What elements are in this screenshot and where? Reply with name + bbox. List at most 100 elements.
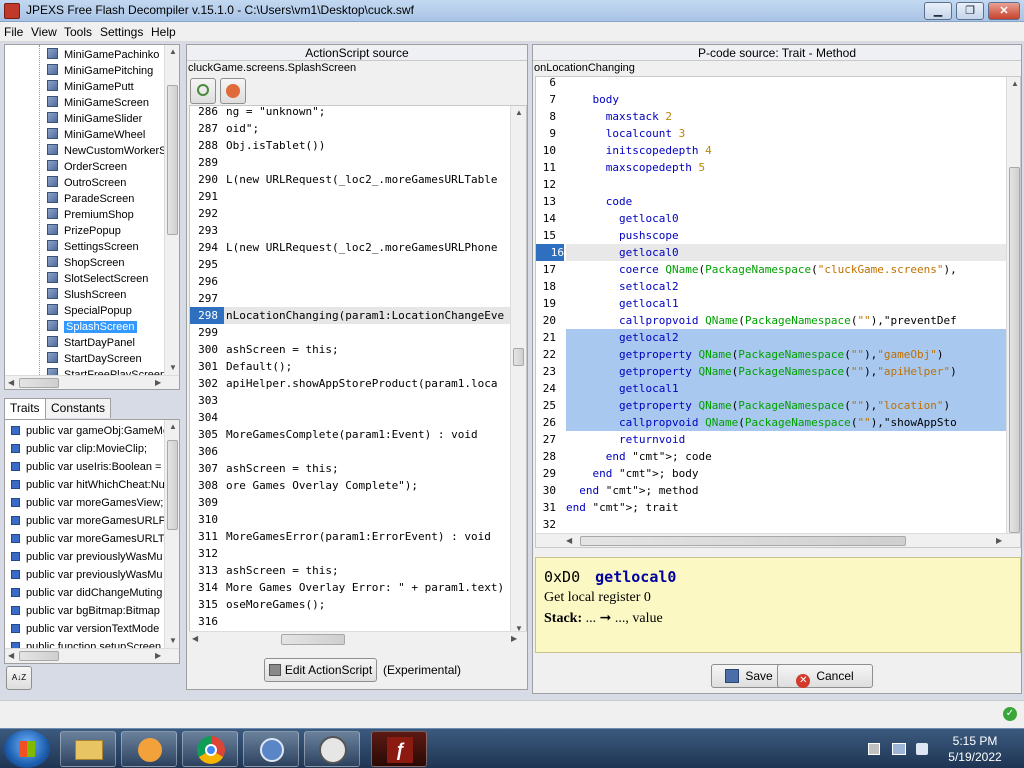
tree-vscrollbar[interactable]: ▲ ▼ bbox=[164, 45, 179, 375]
menu-tools[interactable]: Tools bbox=[64, 25, 92, 39]
deobfuscate-button[interactable] bbox=[220, 78, 246, 104]
trait-item[interactable]: public var bgBitmap:Bitmap bbox=[11, 602, 160, 620]
tree-item-label: MiniGamePachinko bbox=[64, 49, 160, 61]
code-line: MoreGamesComplete(param1:Event) : void bbox=[224, 426, 526, 443]
close-button[interactable]: ✕ bbox=[988, 2, 1020, 20]
edit-actionscript-button[interactable]: Edit ActionScript bbox=[264, 658, 377, 682]
traits-hscrollbar[interactable]: ◀ ▶ bbox=[5, 648, 179, 663]
pcode-hscrollbar[interactable]: ◀ ▶ bbox=[536, 533, 1020, 547]
menu-settings[interactable]: Settings bbox=[100, 25, 143, 39]
maximize-button[interactable]: ❐ bbox=[956, 2, 984, 20]
pcode-text: end "cmt">; body bbox=[592, 467, 699, 480]
code-line: ore Games Overlay Complete"); bbox=[224, 477, 526, 494]
pcode-line-number: 6 bbox=[549, 76, 556, 89]
start-button[interactable] bbox=[4, 730, 50, 768]
taskbar-explorer[interactable] bbox=[60, 731, 116, 767]
trait-item[interactable]: public var versionTextMode bbox=[11, 620, 159, 638]
doc-description: Get local register 0 bbox=[544, 590, 651, 605]
tree-hscrollbar[interactable]: ◀ ▶ bbox=[5, 375, 179, 389]
pcode-text: maxstack 2 bbox=[605, 110, 672, 123]
pcode-vscrollbar[interactable]: ▲ bbox=[1006, 77, 1020, 533]
menu-bar: File View Tools Settings Help bbox=[0, 22, 1024, 42]
cancel-button[interactable]: ✕ Cancel bbox=[777, 664, 873, 688]
pcode-line-number: 21 bbox=[542, 331, 556, 344]
pcode-text: getlocal1 bbox=[618, 297, 679, 310]
pcode-text: returnvoid bbox=[618, 433, 686, 446]
as-vscrollbar[interactable]: ▲ ▼ bbox=[510, 106, 526, 636]
class-tree: MiniGamePachinko MiniGamePitching MiniGame… bbox=[4, 44, 180, 390]
doc-stack-value: ... ➞ ..., value bbox=[585, 611, 663, 626]
trait-item[interactable]: public var previouslyWasMu bbox=[11, 566, 163, 584]
save-button[interactable]: Save bbox=[711, 664, 787, 688]
taskbar-media-player[interactable] bbox=[121, 731, 177, 767]
tree-item[interactable]: StartDayScreen bbox=[47, 351, 142, 367]
taskbar-installer[interactable] bbox=[243, 731, 299, 767]
tree-item[interactable]: OrderScreen bbox=[47, 159, 127, 175]
tree-item[interactable]: MiniGamePutt bbox=[47, 79, 134, 95]
as-hscrollbar[interactable]: ◀ ▶ bbox=[189, 631, 527, 647]
doc-opcode: 0xD0 bbox=[544, 568, 581, 586]
tree-item[interactable]: MiniGamePitching bbox=[47, 63, 153, 79]
tree-item[interactable]: SlotSelectScreen bbox=[47, 271, 148, 287]
trait-icon bbox=[11, 480, 20, 489]
trait-item[interactable]: public var didChangeMuting bbox=[11, 584, 162, 602]
tree-item[interactable]: MiniGameSlider bbox=[47, 111, 142, 127]
code-text: L(new URLRequest(_loc2_.moreGamesURLPhon… bbox=[226, 241, 498, 254]
tree-item[interactable]: SettingsScreen bbox=[47, 239, 139, 255]
tray-volume-icon[interactable] bbox=[916, 743, 928, 755]
pcode-text: getproperty QName(PackageNamespace(""),"… bbox=[618, 348, 944, 361]
trait-item[interactable]: public var moreGamesURLPh bbox=[11, 512, 172, 530]
code-line: oseMoreGames(); bbox=[224, 596, 526, 613]
tree-item[interactable]: PremiumShop bbox=[47, 207, 134, 223]
taskbar-flash-player[interactable]: ƒ bbox=[371, 731, 427, 767]
minimize-button[interactable]: ▁ bbox=[924, 2, 952, 20]
trait-item[interactable]: public var moreGamesURLTa bbox=[11, 530, 169, 548]
taskbar-chrome[interactable] bbox=[182, 731, 238, 767]
actionscript-editor[interactable]: ng = "unknown"; 286 oid"; 287 Obj.isTablet()… bbox=[189, 105, 527, 637]
tab-constants[interactable]: Constants bbox=[45, 398, 112, 418]
trait-item[interactable]: public var previouslyWasMu bbox=[11, 548, 163, 566]
tree-item[interactable]: SpecialPopup bbox=[47, 303, 132, 319]
tray-flag-icon[interactable] bbox=[868, 743, 880, 755]
tree-item[interactable]: MiniGamePachinko bbox=[47, 47, 159, 63]
trait-item[interactable]: public var hitWhichCheat:Nu bbox=[11, 476, 165, 494]
method-name: onLocationChanging bbox=[534, 62, 635, 74]
trait-item[interactable]: public var useIris:Boolean = bbox=[11, 458, 161, 476]
tab-traits[interactable]: Traits bbox=[4, 398, 46, 419]
tree-item[interactable]: StartDayPanel bbox=[47, 335, 135, 351]
pcode-text: getlocal1 bbox=[618, 382, 679, 395]
tree-item[interactable]: MiniGameScreen bbox=[47, 95, 149, 111]
tree-item[interactable]: NewCustomWorkerSc bbox=[47, 143, 172, 159]
tree-item[interactable]: MiniGameWheel bbox=[47, 127, 145, 143]
menu-view[interactable]: View bbox=[31, 25, 57, 39]
tree-scroll-thumb[interactable] bbox=[167, 85, 178, 235]
traits-vscrollbar[interactable]: ▲ ▼ bbox=[164, 420, 179, 648]
line-number: 315 bbox=[198, 598, 218, 611]
tree-item[interactable]: SplashScreen bbox=[47, 319, 137, 335]
code-text: oid"; bbox=[226, 122, 260, 135]
search-script-button[interactable] bbox=[190, 78, 216, 104]
sort-button[interactable]: A↓Z bbox=[6, 666, 32, 690]
tree-item[interactable]: ParadeScreen bbox=[47, 191, 134, 207]
pcode-line-number: 11 bbox=[542, 161, 556, 174]
taskbar-ffdec[interactable] bbox=[304, 731, 360, 767]
tree-item[interactable]: SlushScreen bbox=[47, 287, 126, 303]
pcode-editor[interactable]: 67 body 8 maxstack 29 localcount 3 10 init… bbox=[535, 76, 1021, 548]
tree-item[interactable]: OutroScreen bbox=[47, 175, 126, 191]
tray-network-icon[interactable] bbox=[892, 743, 906, 755]
menu-help[interactable]: Help bbox=[151, 25, 176, 39]
trait-item[interactable]: public var clip:MovieClip; bbox=[11, 440, 147, 458]
tree-item[interactable]: ShopScreen bbox=[47, 255, 125, 271]
trait-item[interactable]: public var moreGamesView; bbox=[11, 494, 163, 512]
pcode-text: coerce QName(PackageNamespace("cluckGame… bbox=[618, 263, 957, 276]
clock-time[interactable]: 5:15 PM bbox=[940, 734, 1010, 748]
clock-date[interactable]: 5/19/2022 bbox=[940, 750, 1010, 764]
trait-label: public var bgBitmap:Bitmap bbox=[26, 605, 160, 617]
trait-label: public var previouslyWasMu bbox=[26, 569, 163, 581]
trait-item[interactable]: public var gameObj:GameMo bbox=[11, 422, 169, 440]
menu-file[interactable]: File bbox=[4, 25, 23, 39]
tree-item[interactable]: PrizePopup bbox=[47, 223, 121, 239]
